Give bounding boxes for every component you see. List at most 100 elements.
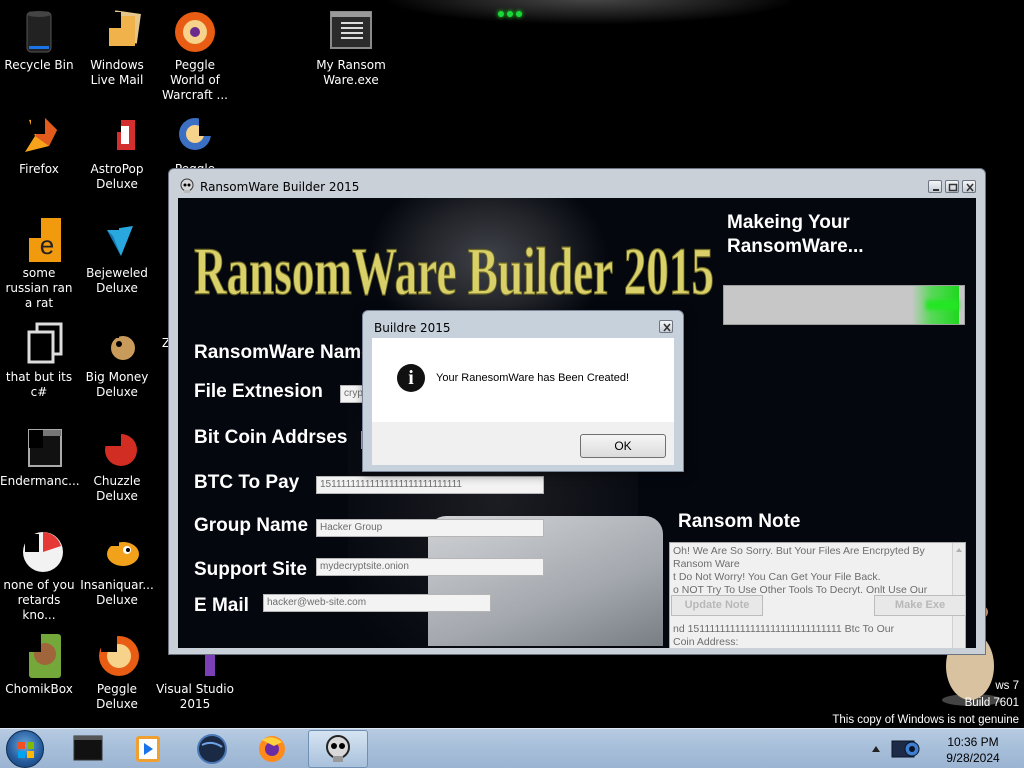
taskbar-terminal[interactable] — [60, 730, 116, 768]
peggle-deluxe-icon — [93, 632, 141, 680]
firefox-icon — [15, 112, 63, 160]
ransom-note-line: nd 151111111111111111111111111111 Btc To… — [673, 623, 895, 635]
mail-icon — [93, 8, 141, 56]
group-name-label: Group Name — [194, 515, 309, 536]
firefox-icon — [259, 736, 285, 762]
banner-title: RansomWare Builder 2015 — [194, 232, 715, 309]
maximize-button[interactable] — [945, 180, 959, 193]
desktop-icon-chuzzle[interactable]: Chuzzle Deluxe — [78, 424, 156, 504]
desktop-icon-label: Recycle Bin — [4, 58, 74, 72]
banner-title-text: RansomWare Builder 2015 — [194, 233, 714, 309]
watermark-line-1: ws 7 — [995, 680, 1019, 692]
minimize-button[interactable] — [928, 180, 942, 193]
taskbar-ransomware-builder[interactable] — [308, 730, 368, 768]
media-player-icon — [136, 736, 160, 762]
email-input[interactable]: hacker@web-site.com — [263, 594, 491, 612]
peggle-icon — [171, 8, 219, 56]
start-button[interactable] — [6, 730, 44, 768]
taskbar: 10:36 PM 9/28/2024 — [0, 728, 1024, 768]
ransom-note-line: Oh! We Are So Sorry. But Your Files Are … — [673, 545, 925, 557]
desktop-icon-my-ransomware[interactable]: My Ransom Ware.exe — [312, 8, 390, 88]
watermark-line-2: Build 7601 — [964, 697, 1019, 709]
ransom-note-line: t Do Not Worry! You Can Get Your File Ba… — [673, 571, 881, 583]
desktop-icon-astropop[interactable]: AstroPop Deluxe — [78, 112, 156, 192]
close-button[interactable] — [962, 180, 976, 193]
desktop-icon-label: some russian ran a rat — [5, 266, 73, 310]
desktop-icon-label: that but its c# — [5, 370, 73, 399]
wallpaper-leds — [498, 6, 528, 17]
bejeweled-icon — [93, 216, 141, 264]
taskbar-firefox[interactable] — [244, 730, 300, 768]
group-name-input[interactable]: Hacker Group — [316, 519, 544, 537]
terminal-icon — [73, 735, 103, 761]
console-app-icon — [15, 424, 63, 472]
desktop-icon-label: Endermanc... — [0, 474, 80, 488]
desktop-icon-label: ChomikBox — [5, 682, 73, 696]
desktop-icon-firefox[interactable]: Firefox — [0, 112, 78, 177]
file-extension-label: File Extnesion — [194, 381, 323, 402]
desktop-icon-bejeweled[interactable]: Bejeweled Deluxe — [78, 216, 156, 296]
make-exe-button[interactable]: Make Exe — [874, 595, 966, 616]
skull-app-icon — [179, 178, 195, 194]
build-progress-bar — [723, 285, 965, 325]
desktop-icon-big-money[interactable]: Big Money Deluxe — [78, 320, 156, 400]
desktop-icon-label: Visual Studio 2015 — [156, 682, 234, 711]
dialog-close-button[interactable] — [659, 320, 673, 333]
support-site-label: Support Site — [194, 559, 307, 580]
build-status-text: Makeing Your RansomWare... — [727, 212, 864, 257]
desktop-icon-label: Windows Live Mail — [90, 58, 144, 87]
build-complete-dialog: Buildre 2015 i Your RanesomWare has Been… — [362, 310, 684, 472]
insaniquarium-icon — [93, 528, 141, 576]
chrome-like-icon — [15, 528, 63, 576]
ransom-note-label: Ransom Note — [678, 511, 801, 532]
desktop-icon-peggle-wow[interactable]: Peggle World of Warcraft ... — [156, 8, 234, 103]
desktop-icon-insaniquarium[interactable]: Insaniquar... Deluxe — [78, 528, 156, 608]
desktop-icon-c-sharp[interactable]: that but its c# — [0, 320, 78, 400]
desktop-icon-russian-rat[interactable]: e some russian ran a rat — [0, 216, 78, 311]
desktop-icon-label: none of you retards kno... — [3, 578, 75, 622]
window-titlebar[interactable]: RansomWare Builder 2015 — [169, 169, 985, 197]
ok-button[interactable]: OK — [580, 434, 666, 458]
tray-webcam-icon[interactable] — [888, 733, 924, 765]
dialog-message-area: i Your RanesomWare has Been Created! — [372, 338, 674, 422]
update-note-button[interactable]: Update Note — [671, 595, 763, 616]
desktop-icon-label: Insaniquar... Deluxe — [80, 578, 154, 607]
svg-text:e: e — [40, 230, 54, 260]
system-tray: 10:36 PM 9/28/2024 — [864, 729, 1024, 768]
desktop-icon-label: Big Money Deluxe — [85, 370, 149, 399]
taskbar-globe[interactable] — [184, 730, 240, 768]
windows-start-icon — [18, 742, 34, 758]
desktop-icon-none-of-you[interactable]: none of you retards kno... — [0, 528, 78, 623]
taskbar-media-player[interactable] — [120, 730, 176, 768]
desktop-icon-peggle-deluxe[interactable]: Peggle Deluxe — [78, 632, 156, 712]
support-site-input[interactable]: mydecryptsite.onion — [316, 558, 544, 576]
desktop-icon-endermanch[interactable]: Endermanc... — [0, 424, 80, 489]
desktop-icon-recycle-bin[interactable]: Recycle Bin — [0, 8, 78, 73]
btc-to-pay-label: BTC To Pay — [194, 472, 300, 493]
wallpaper-glow — [380, 0, 800, 25]
big-money-icon — [93, 320, 141, 368]
show-hidden-icons-icon[interactable] — [870, 729, 882, 768]
recycle-bin-icon — [15, 8, 63, 56]
taskbar-clock[interactable]: 10:36 PM 9/28/2024 — [924, 734, 1022, 766]
window-title: RansomWare Builder 2015 — [200, 180, 360, 194]
dialog-body: i Your RanesomWare has Been Created! OK — [372, 338, 674, 465]
clock-date: 9/28/2024 — [946, 751, 1000, 765]
desktop-icon-label: Chuzzle Deluxe — [93, 474, 141, 503]
ransom-note-line: Ransom Ware — [673, 558, 740, 570]
progress-fill — [724, 286, 960, 324]
desktop-icon-windows-live-mail[interactable]: Windows Live Mail — [78, 8, 156, 88]
desktop-icon-chomikbox[interactable]: ChomikBox — [0, 632, 78, 697]
astropop-icon — [93, 112, 141, 160]
file-e-icon: e — [15, 216, 63, 264]
desktop-icon-label: Bejeweled Deluxe — [86, 266, 148, 295]
dialog-title: Buildre 2015 — [374, 321, 451, 335]
scroll-up-arrow-icon[interactable] — [956, 548, 962, 552]
chuzzle-icon — [93, 424, 141, 472]
watermark-line-3: This copy of Windows is not genuine — [832, 714, 1019, 726]
exe-file-icon — [327, 8, 375, 56]
clock-time: 10:36 PM — [947, 735, 999, 749]
btc-to-pay-input[interactable]: 15111111111111111111111111111 — [316, 476, 544, 494]
info-icon: i — [397, 364, 425, 392]
desktop-icon-label: My Ransom Ware.exe — [316, 58, 386, 87]
